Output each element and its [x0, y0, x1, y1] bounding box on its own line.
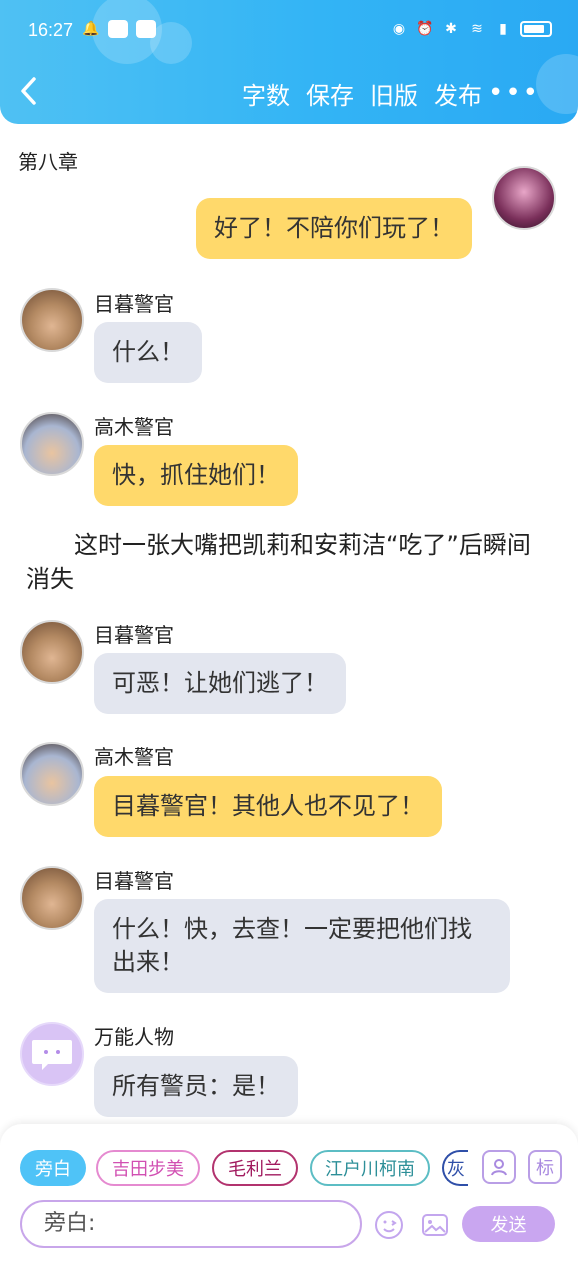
narration-text: 这时一张大嘴把凯莉和安莉洁“吃了”后瞬间消失 [26, 531, 531, 593]
image-icon [422, 1214, 448, 1236]
word-count-button[interactable]: 字数 [242, 76, 290, 111]
message-bubble: 所有警员：是！ [94, 1056, 298, 1117]
alarm-icon: ⏰ [416, 21, 434, 37]
avatar[interactable] [492, 166, 556, 230]
more-button[interactable]: ••• [488, 78, 540, 108]
publish-button[interactable]: 发布 [434, 76, 482, 111]
signal-icon: ▮ [499, 21, 507, 37]
status-time: 16:27 [28, 20, 74, 40]
chapter-title: 第八章 [18, 150, 78, 174]
sender-name: 目暮警官 [94, 869, 174, 893]
message-bubble: 好了！不陪你们玩了！ [196, 198, 472, 259]
avatar[interactable] [20, 620, 84, 684]
message-bubble: 快，抓住她们！ [94, 445, 298, 506]
avatar[interactable] [20, 412, 84, 476]
avatar[interactable] [20, 1022, 84, 1086]
emoji-button[interactable] [372, 1208, 406, 1242]
battery-icon [520, 21, 552, 37]
back-button[interactable] [18, 76, 48, 110]
eye-icon: ◉ [392, 21, 406, 37]
bluetooth-icon: ✱ [445, 21, 457, 37]
sender-name: 高木警官 [94, 745, 174, 769]
top-header: 16:27 🔔 ◉ ⏰ ✱ ≋ ▮ 字数 保存 旧版 发布 ••• [0, 0, 578, 124]
status-icons-right: ◉ ⏰ ✱ ≋ ▮ [390, 20, 552, 38]
character-chip[interactable]: 旁白 [20, 1150, 86, 1186]
app-badge-icon [108, 20, 128, 38]
message-bubble: 什么！快，去查！一定要把他们找出来！ [94, 899, 510, 993]
avatar[interactable] [20, 866, 84, 930]
message-input[interactable]: 旁白: [20, 1200, 362, 1248]
sender-name: 目暮警官 [94, 292, 174, 316]
sender-name: 万能人物 [94, 1025, 174, 1049]
bell-icon: 🔔 [82, 21, 100, 37]
character-chip[interactable]: 吉田步美 [96, 1150, 200, 1186]
chat-face-icon [32, 1040, 72, 1070]
character-chip[interactable]: 毛利兰 [212, 1150, 298, 1186]
send-button[interactable]: 发送 [462, 1206, 555, 1242]
status-icons-left: 🔔 [82, 20, 156, 38]
chevron-left-icon [21, 77, 36, 105]
message-bubble: 可恶！让她们逃了！ [94, 653, 346, 714]
person-icon [491, 1159, 507, 1176]
wifi-icon: ≋ [471, 21, 483, 37]
old-version-button[interactable]: 旧版 [370, 76, 418, 111]
emoji-icon [375, 1211, 403, 1239]
decor-circle [150, 22, 192, 64]
message-bubble: 目暮警官！其他人也不见了！ [94, 776, 442, 837]
tag-button[interactable]: 标 [528, 1150, 562, 1184]
save-button[interactable]: 保存 [306, 76, 354, 111]
sender-name: 高木警官 [94, 415, 174, 439]
avatar[interactable] [20, 742, 84, 806]
character-chip[interactable]: 江户川柯南 [310, 1150, 430, 1186]
header-toolbar: 字数 保存 旧版 发布 [242, 76, 482, 111]
avatar[interactable] [20, 288, 84, 352]
sender-name: 目暮警官 [94, 623, 174, 647]
decor-circle [536, 54, 578, 114]
app-badge-icon [136, 20, 156, 38]
message-bubble: 什么！ [94, 322, 202, 383]
person-button[interactable] [482, 1150, 516, 1184]
image-button[interactable] [418, 1208, 452, 1242]
